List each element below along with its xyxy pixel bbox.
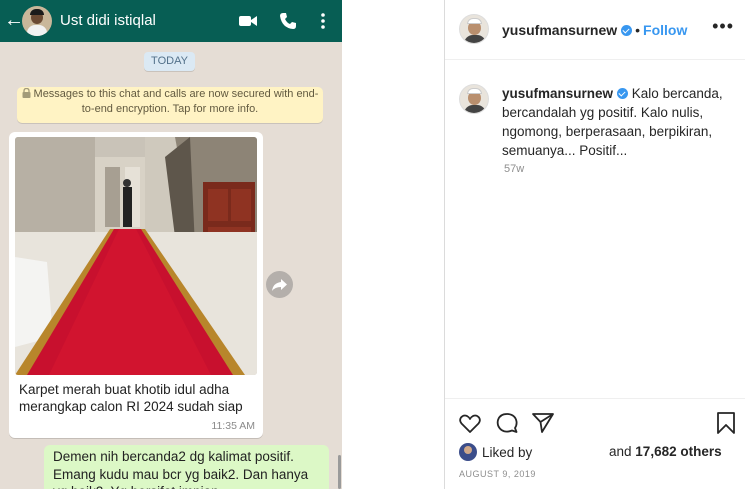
follow-button[interactable]: Follow	[643, 22, 687, 38]
save-bookmark-icon[interactable]	[714, 411, 738, 435]
encryption-text: Messages to this chat and calls are now …	[33, 88, 319, 115]
caption-avatar[interactable]	[459, 84, 489, 114]
whatsapp-chat-screen: ← Ust didi istiqlal TODAY Messages to th…	[0, 0, 342, 489]
phone-icon[interactable]	[278, 11, 298, 31]
separator-dot: •	[635, 22, 641, 38]
more-vert-icon[interactable]	[313, 11, 333, 31]
share-icon[interactable]	[531, 411, 555, 435]
lock-icon	[22, 88, 31, 98]
encryption-notice[interactable]: Messages to this chat and calls are now …	[17, 87, 323, 123]
liker-avatar[interactable]	[459, 443, 477, 461]
likes-count[interactable]: and 17,682 others	[609, 443, 722, 461]
post-date: AUGUST 9, 2019	[459, 469, 536, 479]
video-call-icon[interactable]	[238, 11, 258, 31]
liked-by-label: Liked by	[482, 445, 533, 460]
incoming-image-message[interactable]: Karpet merah buat khotib idul adha meran…	[9, 132, 263, 438]
message-caption: Karpet merah buat khotib idul adha meran…	[19, 382, 243, 414]
date-chip: TODAY	[144, 52, 195, 71]
likes-prefix: and	[609, 444, 632, 459]
heart-icon[interactable]	[458, 411, 482, 435]
liked-by[interactable]: Liked by	[459, 443, 532, 462]
username-link[interactable]: yusufmansurnew	[502, 22, 617, 38]
outgoing-message-text: Demen nih bercanda2 dg kalimat positif. …	[53, 449, 309, 489]
outgoing-message[interactable]: Demen nih bercanda2 dg kalimat positif. …	[44, 445, 329, 489]
red-carpet-photo[interactable]	[15, 137, 257, 375]
post-header: yusufmansurnew • Follow •••	[445, 0, 745, 60]
chat-header: ← Ust didi istiqlal	[0, 0, 342, 42]
post-author: yusufmansurnew • Follow	[502, 21, 687, 39]
likes-others[interactable]: 17,682 others	[635, 444, 721, 459]
more-options-icon[interactable]: •••	[712, 17, 734, 35]
instagram-post-panel: yusufmansurnew • Follow ••• yusufmansurnew…	[444, 0, 745, 489]
forward-icon[interactable]	[266, 271, 293, 298]
profile-avatar[interactable]	[459, 14, 489, 44]
verified-badge-icon	[621, 25, 633, 36]
post-age: 57w	[504, 163, 525, 175]
contact-avatar[interactable]	[22, 6, 52, 36]
caption-username[interactable]: yusufmansurnew	[502, 86, 613, 101]
post-actions: Liked by and 17,682 others AUGUST 9, 201…	[445, 398, 745, 490]
post-caption: yusufmansurnew Kalo bercanda, bercandala…	[502, 84, 738, 160]
verified-badge-icon	[617, 88, 629, 99]
message-time: 11:35 AM	[211, 420, 255, 432]
contact-name[interactable]: Ust didi istiqlal	[60, 12, 156, 30]
back-arrow-icon[interactable]: ←	[4, 9, 24, 31]
scrollbar[interactable]	[338, 455, 341, 489]
comment-icon[interactable]	[495, 411, 519, 435]
